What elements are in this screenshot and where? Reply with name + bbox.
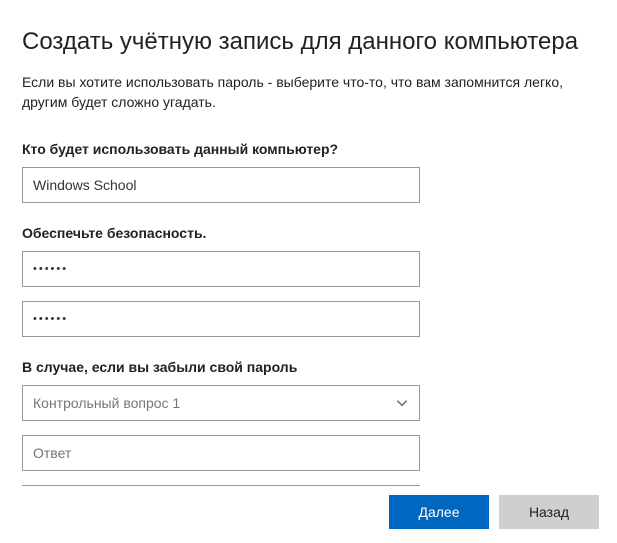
footer-buttons: Далее Назад	[389, 495, 599, 529]
password-confirm-input[interactable]: ••••••	[22, 301, 420, 337]
username-input[interactable]	[22, 167, 420, 203]
create-account-page: Создать учётную запись для данного компь…	[0, 0, 617, 543]
security-question-select[interactable]: Контрольный вопрос 1	[22, 385, 420, 421]
page-subtitle: Если вы хотите использовать пароль - выб…	[22, 72, 595, 113]
page-title: Создать учётную запись для данного компь…	[22, 28, 595, 56]
who-uses-label: Кто будет использовать данный компьютер?	[22, 141, 595, 157]
security-label: Обеспечьте безопасность.	[22, 225, 595, 241]
security-answer-input[interactable]	[22, 435, 420, 471]
password-confirm-mask: ••••••	[33, 302, 409, 336]
next-button[interactable]: Далее	[389, 495, 489, 529]
next-field-peek	[22, 485, 420, 487]
password-input[interactable]: ••••••	[22, 251, 420, 287]
forgot-password-label: В случае, если вы забыли свой пароль	[22, 359, 595, 375]
back-button[interactable]: Назад	[499, 495, 599, 529]
password-mask: ••••••	[33, 252, 409, 286]
chevron-down-icon	[395, 396, 409, 410]
security-question-selected: Контрольный вопрос 1	[33, 395, 180, 411]
